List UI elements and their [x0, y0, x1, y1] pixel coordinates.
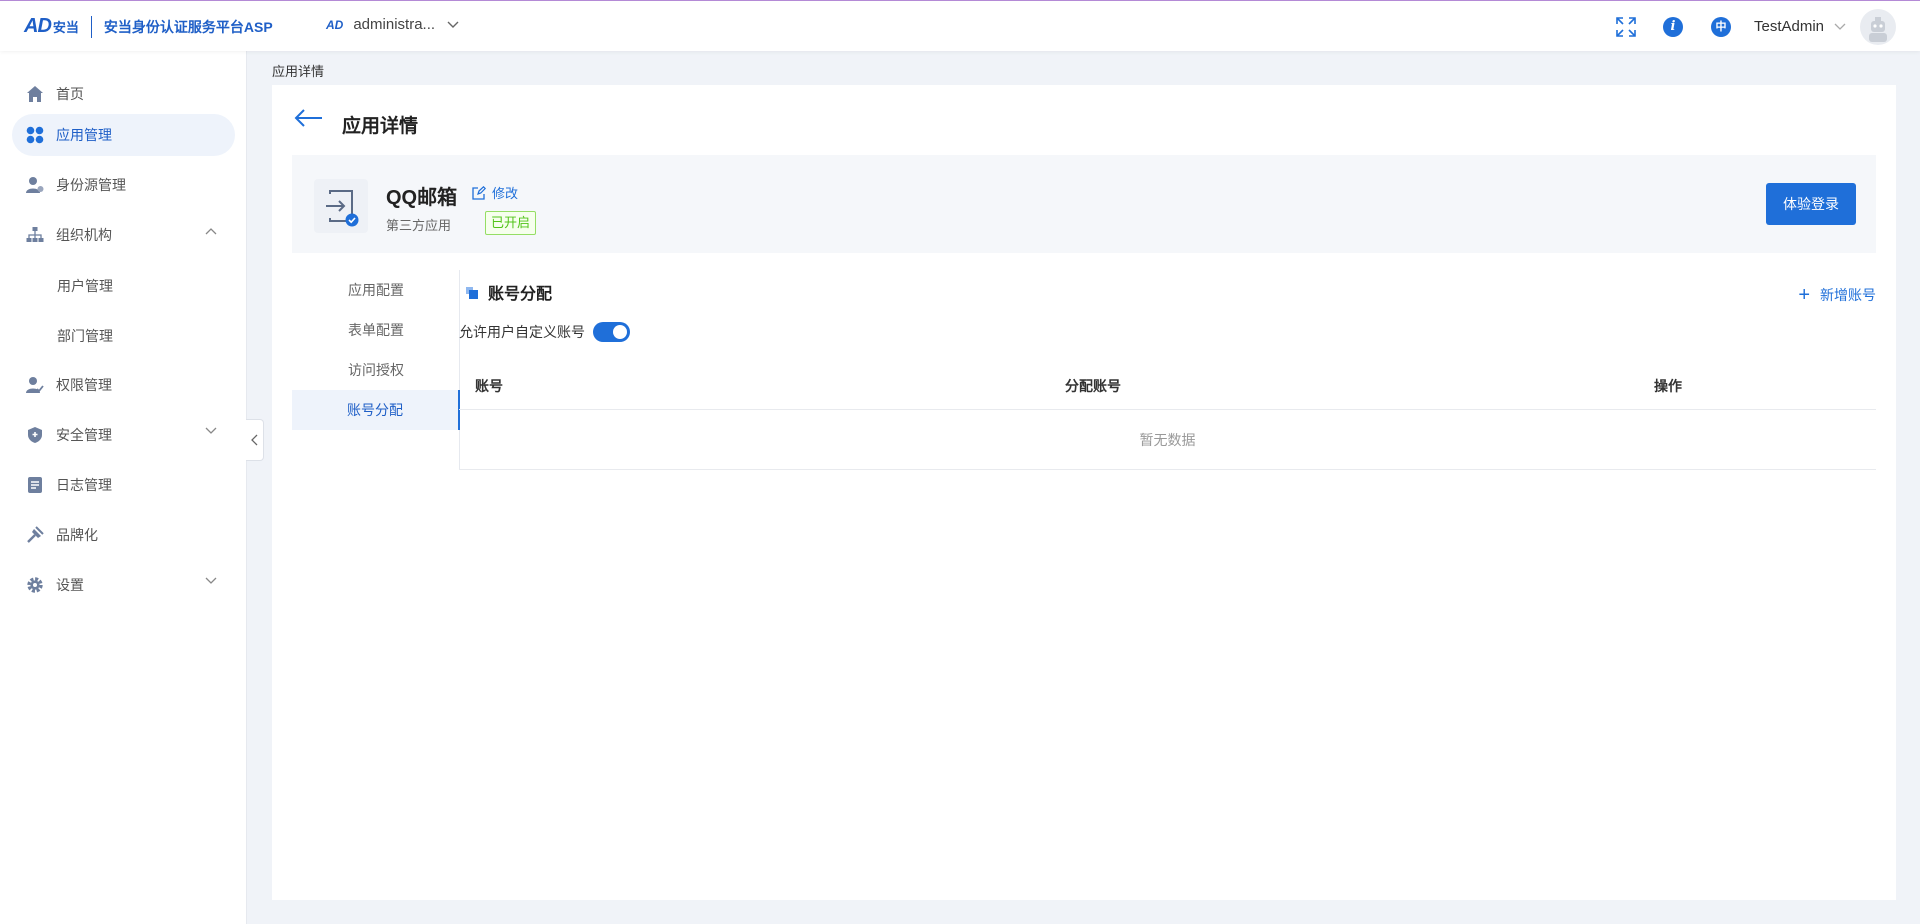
chevron-down-icon: [205, 427, 217, 434]
sidebar-item-label: 首页: [56, 86, 84, 102]
fullscreen-icon[interactable]: [1615, 16, 1637, 38]
sidebar-item-logs[interactable]: 日志管理: [12, 464, 235, 506]
avatar[interactable]: [1860, 9, 1896, 45]
top-bar: AD 安当 安当身份认证服务平台ASP AD administra... i 中…: [0, 0, 1920, 51]
sidebar-item-label: 组织机构: [56, 227, 112, 243]
sidebar-collapse-button[interactable]: [246, 419, 264, 461]
brand-title: 安当身份认证服务平台ASP: [103, 18, 273, 35]
logo-mark: AD: [24, 15, 52, 37]
sidebar-item-security[interactable]: 安全管理: [12, 414, 235, 456]
language-icon[interactable]: 中: [1711, 17, 1731, 37]
sidebar-item-label: 品牌化: [56, 527, 98, 543]
section-header: 账号分配: [466, 280, 552, 304]
logo-text: 安当: [52, 20, 79, 35]
custom-account-setting: 允许用户自定义账号: [459, 322, 630, 342]
toggle-label: 允许用户自定义账号: [459, 324, 585, 340]
status-badge: 已开启: [485, 211, 537, 235]
tenant-name: administra...: [353, 16, 436, 33]
sidebar-subitem-departments[interactable]: 部门管理: [57, 326, 113, 346]
sidebar-item-label: 设置: [56, 577, 84, 593]
sidebar-item-label: 应用管理: [56, 127, 112, 143]
add-account-label: 新增账号: [1820, 287, 1876, 303]
edit-app-link[interactable]: 修改: [472, 183, 518, 202]
chevron-left-icon: [251, 434, 258, 446]
tenant-selector[interactable]: AD administra...: [326, 16, 459, 33]
plus-icon: +: [1798, 284, 1810, 306]
column-header-account: 账号: [475, 378, 503, 394]
shield-icon: [25, 425, 45, 445]
sidebar-item-apps[interactable]: 应用管理: [12, 114, 235, 156]
chevron-down-icon: [447, 21, 459, 28]
brand-icon: [25, 525, 45, 545]
subnav-app-config[interactable]: 应用配置: [292, 270, 460, 310]
permission-icon: [25, 375, 45, 395]
detail-subnav: 应用配置 表单配置 访问授权 账号分配: [292, 270, 460, 470]
chevron-down-icon[interactable]: [1834, 23, 1846, 31]
app-logo: [314, 179, 368, 233]
account-table: 账号 分配账号 操作 暂无数据: [459, 358, 1876, 470]
column-header-assigned-account: 分配账号: [1065, 378, 1121, 394]
sidebar-subitem-users[interactable]: 用户管理: [57, 276, 113, 296]
chevron-up-icon: [205, 228, 217, 235]
empty-state: 暂无数据: [459, 410, 1876, 470]
sidebar-item-branding[interactable]: 品牌化: [12, 514, 235, 556]
sidebar: 首页 应用管理 身份源管理 组织机构 用户管理 部门管理 权限管理 安全管理 日…: [0, 51, 247, 924]
sidebar-item-label: 身份源管理: [56, 177, 126, 193]
section-title-icon: [466, 286, 478, 299]
user-name[interactable]: TestAdmin: [1754, 18, 1824, 35]
tenant-logo-icon: AD: [326, 17, 344, 32]
sidebar-item-label: 日志管理: [56, 477, 112, 493]
chevron-down-icon: [205, 577, 217, 584]
apps-icon: [25, 125, 45, 145]
back-arrow-icon[interactable]: [294, 107, 324, 129]
app-type: 第三方应用: [386, 218, 452, 233]
log-icon: [25, 475, 45, 495]
sidebar-item-permissions[interactable]: 权限管理: [12, 364, 235, 406]
sidebar-item-label: 安全管理: [56, 427, 112, 443]
subnav-account-assign[interactable]: 账号分配: [292, 390, 460, 430]
section-title: 账号分配: [488, 286, 553, 303]
edit-label: 修改: [492, 186, 519, 201]
home-icon: [25, 84, 45, 104]
breadcrumb: 应用详情: [272, 64, 325, 79]
custom-account-toggle[interactable]: [593, 322, 630, 342]
sidebar-item-home[interactable]: 首页: [12, 73, 235, 115]
sidebar-item-identity-source[interactable]: 身份源管理: [12, 164, 235, 206]
subnav-access-auth[interactable]: 访问授权: [292, 350, 460, 390]
app-summary-card: QQ邮箱 修改 第三方应用 已开启 体验登录: [292, 155, 1876, 253]
gear-icon: [25, 575, 45, 595]
sidebar-item-settings[interactable]: 设置: [12, 564, 235, 606]
info-icon[interactable]: i: [1663, 17, 1683, 37]
table-header: 账号 分配账号 操作: [459, 358, 1876, 410]
page-title: 应用详情: [342, 116, 419, 137]
app-login-icon: [326, 190, 359, 227]
identity-source-icon: [25, 175, 45, 195]
column-header-actions: 操作: [1654, 378, 1682, 394]
logo-divider: [90, 15, 92, 38]
robot-avatar-icon: [1869, 17, 1887, 42]
app-name: QQ邮箱: [386, 187, 458, 209]
add-account-button[interactable]: + 新增账号: [1798, 285, 1876, 305]
sidebar-item-label: 权限管理: [56, 377, 112, 393]
sidebar-item-org[interactable]: 组织机构: [12, 214, 235, 256]
org-icon: [25, 225, 45, 245]
logo[interactable]: AD 安当 安当身份认证服务平台ASP: [24, 15, 273, 38]
trial-login-button[interactable]: 体验登录: [1766, 183, 1856, 225]
main-panel: 应用详情 QQ邮箱 修改 第三方应用 已开启 体验登录 应用配置 表单配置 访问…: [272, 85, 1896, 900]
subnav-form-config[interactable]: 表单配置: [292, 310, 460, 350]
edit-icon: [472, 185, 486, 200]
